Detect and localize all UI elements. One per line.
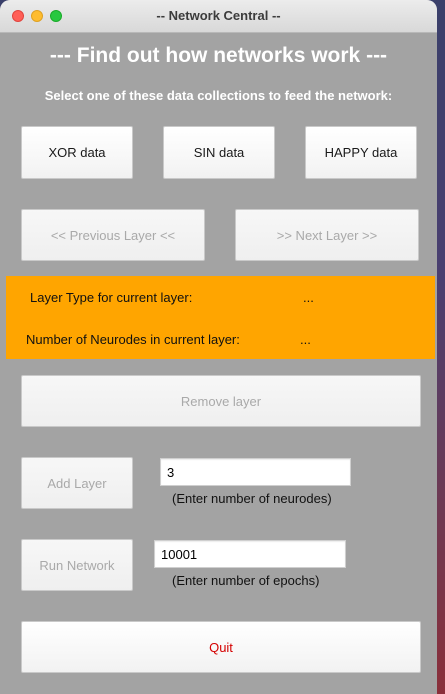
previous-layer-button[interactable]: << Previous Layer << [21,209,205,261]
add-layer-button[interactable]: Add Layer [21,457,133,509]
next-layer-button[interactable]: >> Next Layer >> [235,209,419,261]
title-bar[interactable]: -- Network Central -- [0,0,437,33]
layer-type-label: Layer Type for current layer: [30,290,193,305]
quit-button[interactable]: Quit [21,621,421,673]
layer-info-panel: Layer Type for current layer: ... Number… [6,276,435,359]
page-heading: --- Find out how networks work --- [49,44,388,67]
neurodes-count-label: Number of Neurodes in current layer: [26,332,240,347]
page-subheading: Select one of these data collections to … [44,88,393,103]
epochs-input[interactable] [154,540,346,568]
neurodes-input[interactable] [160,458,351,486]
neurodes-count-value: ... [300,332,311,347]
window-title: -- Network Central -- [156,8,281,23]
app-window: -- Network Central -- --- Find out how n… [0,0,437,694]
sin-data-button[interactable]: SIN data [163,126,275,179]
xor-data-button[interactable]: XOR data [21,126,133,179]
happy-data-button[interactable]: HAPPY data [305,126,417,179]
layer-type-value: ... [303,290,314,305]
remove-layer-button[interactable]: Remove layer [21,375,421,427]
neurodes-input-hint: (Enter number of neurodes) [172,491,332,506]
run-network-button[interactable]: Run Network [21,539,133,591]
epochs-input-hint: (Enter number of epochs) [172,573,320,588]
